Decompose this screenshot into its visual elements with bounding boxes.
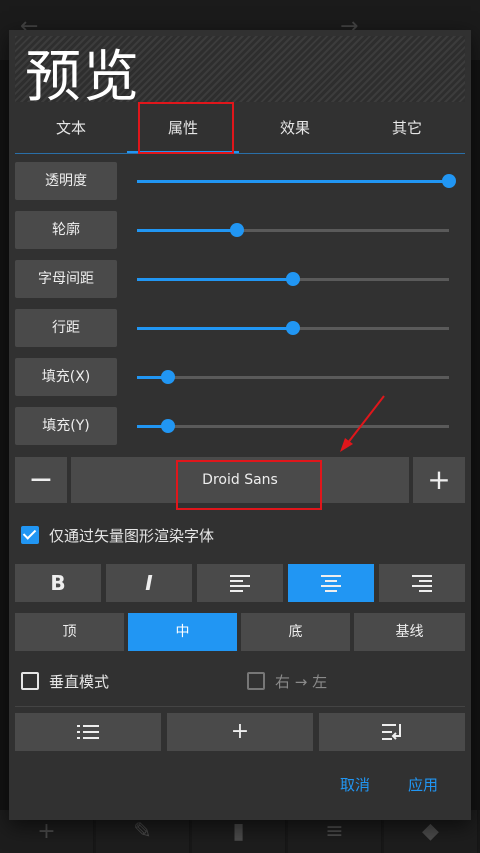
- vertical-alignment-buttons: 顶 中 底 基线: [15, 613, 465, 651]
- tabs-divider: [15, 153, 465, 154]
- valign-baseline-button[interactable]: 基线: [354, 613, 465, 651]
- letter-spacing-button[interactable]: 字母间距: [15, 260, 117, 298]
- previous-font-button[interactable]: −: [15, 457, 67, 503]
- property-row-padding-x: 填充(X): [15, 358, 465, 398]
- align-center-icon: [321, 575, 341, 592]
- property-row-letter-spacing: 字母间距: [15, 260, 465, 300]
- letter-spacing-slider[interactable]: [137, 272, 449, 286]
- font-name-highlight: [176, 460, 322, 510]
- tab-bar: 文本 属性 效果 其它: [15, 102, 465, 154]
- text-properties-dialog: 预览 文本 属性 效果 其它 透明度 轮廓 字母间距 行距 填充(X) 填充(Y…: [9, 30, 471, 820]
- align-left-button[interactable]: [197, 564, 283, 602]
- wrap-text-icon: [382, 724, 401, 740]
- preview-panel: 预览: [15, 36, 465, 110]
- align-center-button[interactable]: [288, 564, 374, 602]
- rtl-checkbox[interactable]: [247, 672, 265, 690]
- format-buttons: B I: [15, 564, 465, 602]
- property-row-padding-y: 填充(Y): [15, 407, 465, 447]
- property-row-opacity: 透明度: [15, 162, 465, 202]
- slider-thumb[interactable]: [229, 223, 244, 237]
- next-font-button[interactable]: +: [413, 457, 465, 503]
- tab-effects[interactable]: 效果: [239, 102, 351, 154]
- padding-y-slider[interactable]: [137, 419, 449, 433]
- valign-middle-button[interactable]: 中: [128, 613, 237, 651]
- padding-x-slider[interactable]: [137, 370, 449, 384]
- slider-thumb[interactable]: [161, 370, 176, 384]
- line-spacing-button[interactable]: 行距: [15, 309, 117, 347]
- preview-text: 预览: [25, 45, 141, 110]
- italic-button[interactable]: I: [106, 564, 192, 602]
- list-icon: [77, 725, 99, 739]
- add-button[interactable]: +: [167, 713, 313, 751]
- rtl-label: 右 → 左: [275, 673, 328, 691]
- outline-button[interactable]: 轮廓: [15, 211, 117, 249]
- tab-text[interactable]: 文本: [15, 102, 127, 154]
- slider-thumb[interactable]: [442, 174, 456, 188]
- opacity-button[interactable]: 透明度: [15, 162, 117, 200]
- tab-other[interactable]: 其它: [351, 102, 463, 154]
- opacity-slider[interactable]: [137, 174, 456, 188]
- outline-slider[interactable]: [137, 223, 449, 237]
- property-row-line-spacing: 行距: [15, 309, 465, 349]
- valign-top-button[interactable]: 顶: [15, 613, 124, 651]
- apply-button[interactable]: 应用: [408, 774, 438, 795]
- padding-x-button[interactable]: 填充(X): [15, 358, 117, 396]
- list-button[interactable]: [15, 713, 161, 751]
- vertical-mode-checkbox[interactable]: [21, 672, 39, 690]
- wrap-text-button[interactable]: [319, 713, 465, 751]
- align-right-icon: [412, 575, 432, 592]
- vector-render-checkbox[interactable]: [21, 526, 39, 544]
- slider-thumb[interactable]: [161, 419, 176, 433]
- line-spacing-slider[interactable]: [137, 321, 449, 335]
- padding-y-button[interactable]: 填充(Y): [15, 407, 117, 445]
- align-left-icon: [230, 575, 250, 592]
- property-row-outline: 轮廓: [15, 211, 465, 251]
- valign-bottom-button[interactable]: 底: [241, 613, 350, 651]
- align-right-button[interactable]: [379, 564, 465, 602]
- slider-thumb[interactable]: [286, 321, 300, 335]
- vector-render-label: 仅通过矢量图形渲染字体: [49, 527, 215, 545]
- slider-thumb[interactable]: [286, 272, 300, 286]
- cancel-button[interactable]: 取消: [340, 774, 370, 795]
- bold-button[interactable]: B: [15, 564, 101, 602]
- tool-buttons: +: [15, 713, 465, 751]
- layout-options: 垂直模式 右 → 左: [21, 670, 461, 694]
- vertical-mode-label: 垂直模式: [49, 673, 110, 691]
- section-divider: [15, 706, 465, 707]
- properties-tab-highlight: [138, 102, 234, 154]
